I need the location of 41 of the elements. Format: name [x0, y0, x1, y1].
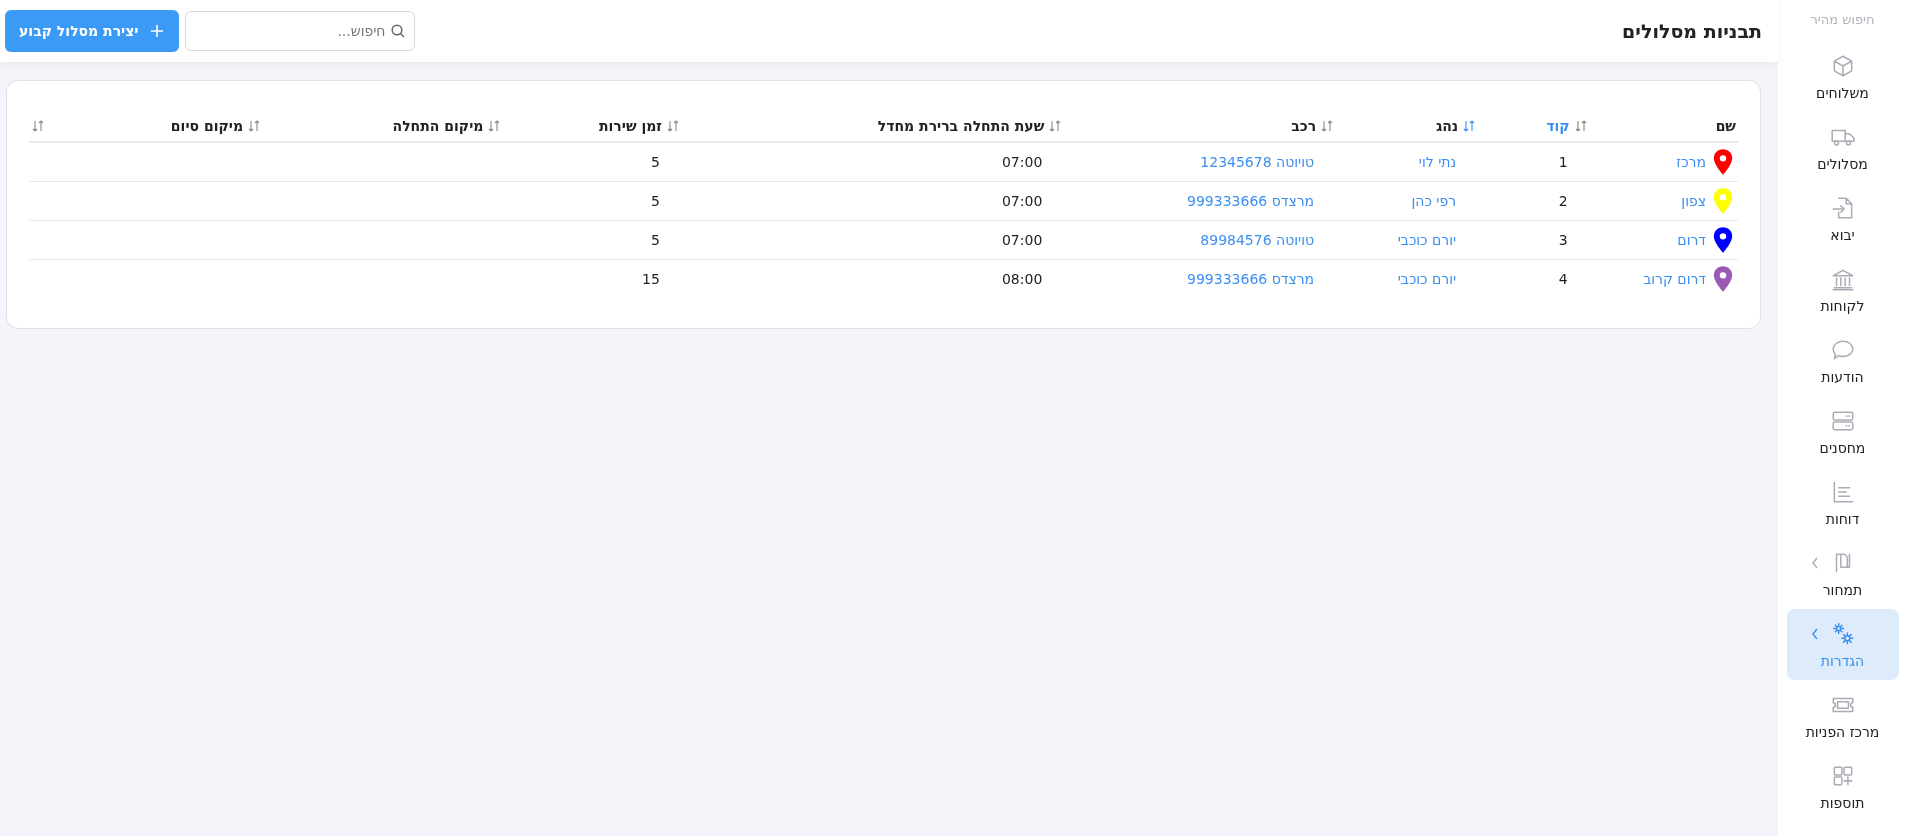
table-cell: 15	[642, 271, 660, 287]
table-cell: 07:00	[1001, 232, 1043, 248]
sidebar-item[interactable]: משלוחים	[1786, 41, 1899, 112]
sort-icon[interactable]	[1573, 119, 1588, 133]
search-icon	[389, 23, 406, 39]
table-cell: 4	[1558, 271, 1568, 287]
plus-icon	[148, 23, 165, 39]
search-field[interactable]: חיפוש...	[184, 11, 415, 51]
sort-icon[interactable]	[1320, 119, 1335, 133]
sidebar-item[interactable]: יבוא	[1786, 183, 1899, 254]
sort-icon[interactable]	[665, 119, 680, 133]
sidebar-item[interactable]: תוספות	[1786, 751, 1899, 822]
page-title: תבניות מסלולים	[1622, 20, 1762, 42]
column-header[interactable]: זמן שירות	[485, 111, 664, 141]
sort-icon[interactable]	[31, 119, 45, 133]
table-cell: 5	[651, 154, 660, 170]
column-header[interactable]: נהג	[1318, 111, 1461, 141]
table-cell: 07:00	[1001, 154, 1043, 170]
sort-icon[interactable]	[247, 119, 262, 133]
sidebar-item[interactable]: מרכז הפניות	[1786, 680, 1899, 751]
sort-icon[interactable]	[1462, 119, 1477, 133]
table-cell: 08:00	[1001, 271, 1043, 287]
sidebar-item[interactable]: לקוחות	[1786, 254, 1899, 325]
column-header[interactable]: מיקום התחלה	[245, 111, 486, 141]
sidebar-item[interactable]: מסלולים	[1786, 112, 1899, 183]
table-cell: 07:00	[1001, 193, 1043, 209]
table-cell: 2	[1558, 193, 1568, 209]
table-cell: 5	[651, 232, 660, 248]
column-header[interactable]: שעת התחלה ברירת מחדל	[663, 111, 1047, 141]
table-cell: 3	[1558, 232, 1568, 248]
column-header[interactable]: רכב	[1046, 111, 1319, 141]
sidebar-item[interactable]: הודעות	[1786, 325, 1899, 396]
sort-icon[interactable]	[1048, 119, 1063, 133]
sidebar-item[interactable]: תמחור	[1786, 538, 1899, 609]
column-header[interactable]: מיקום סיום	[29, 111, 246, 141]
table-cell: 5	[651, 193, 660, 209]
column-header[interactable]: שם	[1571, 111, 1738, 141]
sort-icon[interactable]	[487, 119, 502, 133]
sidebar-item[interactable]: מחסנים	[1786, 396, 1899, 467]
sidebar-item[interactable]: דוחות	[1786, 467, 1899, 538]
table-cell: 1	[1558, 154, 1568, 170]
